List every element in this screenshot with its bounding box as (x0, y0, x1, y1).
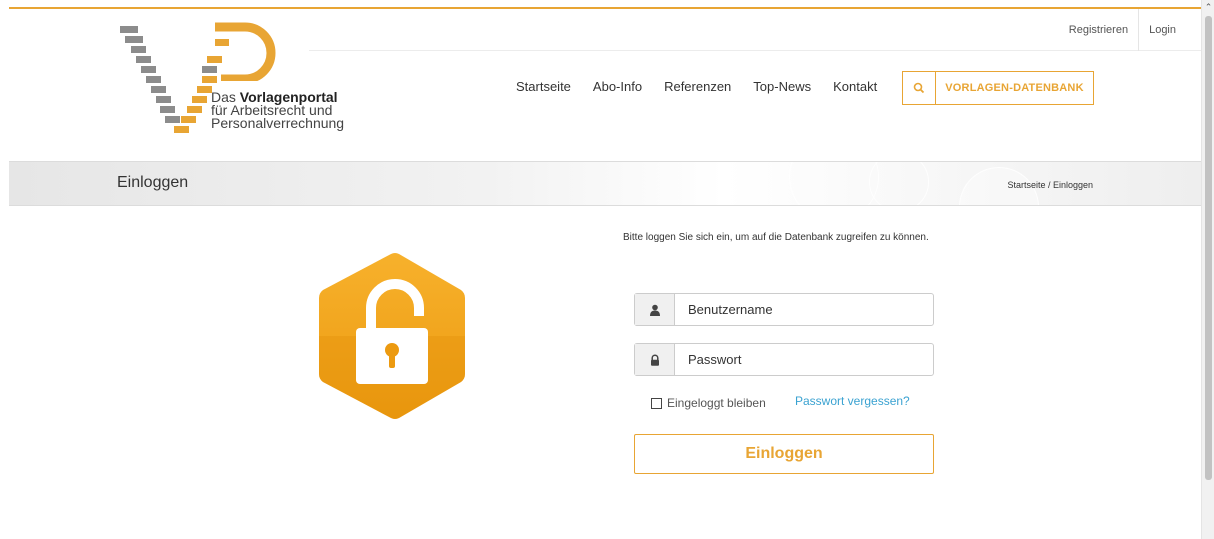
decorative-circle (869, 162, 929, 205)
logo-brick (156, 96, 171, 103)
main-nav: Startseite Abo-Info Referenzen Top-News … (516, 79, 899, 94)
vertical-scrollbar[interactable]: ⌃ (1201, 0, 1214, 539)
logo-d-shape (215, 22, 276, 81)
logo-brick (174, 126, 189, 133)
logo-text: Das Vorlagenportal für Arbeitsrecht und … (211, 90, 345, 131)
login-button[interactable]: Einloggen (634, 434, 934, 474)
logo-brick (125, 36, 143, 43)
site-header: Registrieren Login Das Vorlagenportal fü… (9, 9, 1201, 161)
password-field (634, 343, 934, 376)
padlock-icon (319, 253, 465, 419)
breadcrumb: Startseite / Einloggen (1007, 180, 1093, 190)
username-input[interactable] (675, 294, 933, 325)
logo-brick (141, 66, 156, 73)
nav-item-referenzen[interactable]: Referenzen (664, 79, 731, 94)
remember-label: Eingeloggt bleiben (667, 396, 766, 410)
decorative-circle (789, 162, 879, 205)
logo-brick (181, 116, 196, 123)
page-title-bar: Einloggen Startseite / Einloggen (9, 161, 1201, 206)
nav-item-top-news[interactable]: Top-News (753, 79, 811, 94)
nav-item-kontakt[interactable]: Kontakt (833, 79, 877, 94)
logo-brick (131, 46, 146, 53)
logo-line: Personalverrechnung (211, 115, 345, 131)
username-field (634, 293, 934, 326)
search-icon[interactable] (903, 72, 936, 104)
login-link[interactable]: Login (1139, 24, 1186, 36)
forgot-password-link[interactable]: Passwort vergessen? (795, 394, 910, 408)
nav-item-abo-info[interactable]: Abo-Info (593, 79, 642, 94)
scroll-up-icon[interactable]: ⌃ (1202, 2, 1214, 12)
logo-brick (151, 86, 166, 93)
logo-brick (120, 26, 138, 33)
logo-brick (197, 86, 212, 93)
remember-me[interactable]: Eingeloggt bleiben (651, 396, 766, 410)
scrollbar-thumb[interactable] (1205, 16, 1212, 480)
user-icon (635, 294, 675, 325)
logo-brick (160, 106, 175, 113)
page-title: Einloggen (117, 174, 189, 191)
logo-brick (165, 116, 180, 123)
nav-item-startseite[interactable]: Startseite (516, 79, 571, 94)
account-links: Registrieren Login (1059, 9, 1186, 51)
logo-brick (136, 56, 151, 63)
database-button-label: VORLAGEN-DATENBANK (945, 82, 1084, 94)
site-logo[interactable]: Das Vorlagenportal für Arbeitsrecht und … (119, 21, 359, 146)
lock-icon (635, 344, 675, 375)
logo-brick (187, 106, 202, 113)
database-button[interactable]: VORLAGEN-DATENBANK (902, 71, 1094, 105)
logo-brick (146, 76, 161, 83)
logo-brick (192, 96, 207, 103)
register-link[interactable]: Registrieren (1059, 24, 1138, 36)
password-input[interactable] (675, 344, 933, 375)
login-intro-text: Bitte loggen Sie sich ein, um auf die Da… (623, 232, 929, 243)
remember-checkbox[interactable] (651, 397, 662, 409)
